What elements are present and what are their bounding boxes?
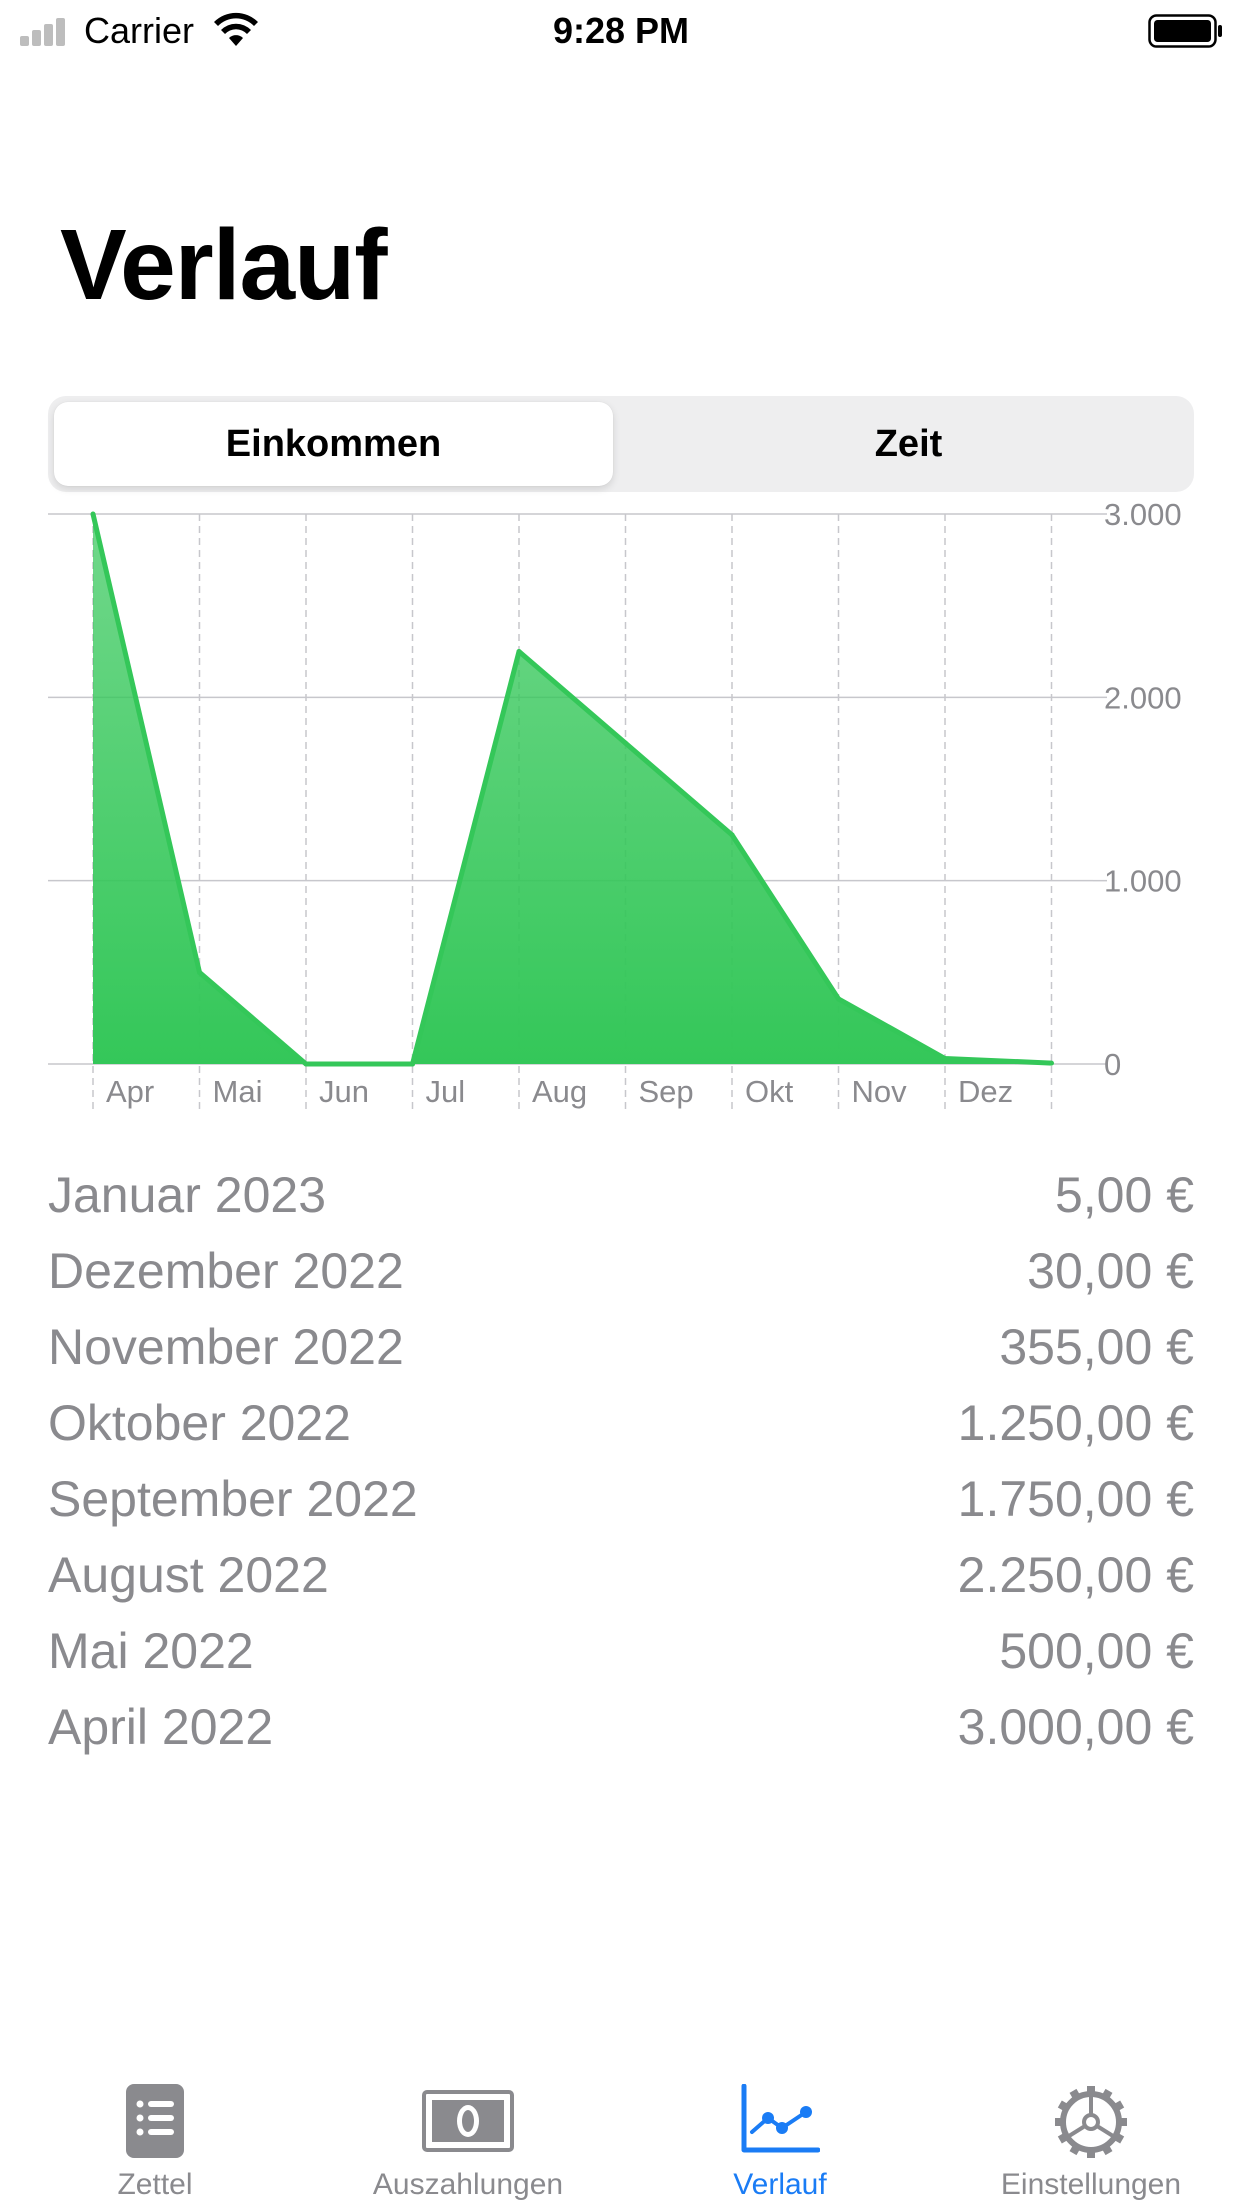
y-tick-label: 0: [1104, 1047, 1121, 1082]
month-row: Oktober 2022 1.250,00 €: [48, 1385, 1194, 1461]
month-amount: 500,00 €: [999, 1623, 1194, 1679]
tab-auszahlungen[interactable]: Auszahlungen: [318, 2060, 618, 2208]
x-tick-label: Apr: [106, 1074, 154, 1109]
data-point: [90, 511, 96, 517]
tab-verlauf[interactable]: Verlauf: [630, 2060, 930, 2208]
month-label: April 2022: [48, 1699, 274, 1755]
month-row: Dezember 2022 30,00 €: [48, 1233, 1194, 1309]
month-row: November 2022 355,00 €: [48, 1309, 1194, 1385]
data-point: [516, 649, 522, 654]
month-amount: 5,00 €: [1054, 1167, 1194, 1223]
monthly-income-list: Januar 2023 5,00 € Dezember 2022 30,00 € Nov…: [48, 1157, 1194, 1765]
segment-einkommen[interactable]: Einkommen: [54, 402, 613, 486]
battery-icon: [1148, 14, 1222, 48]
data-point: [942, 1056, 948, 1061]
month-row: Mai 2022 500,00 €: [48, 1613, 1194, 1689]
tab-label: Verlauf: [733, 2168, 827, 2201]
month-amount: 1.750,00 €: [957, 1471, 1194, 1527]
area-fill: [93, 514, 1052, 1064]
month-row: September 2022 1.750,00 €: [48, 1461, 1194, 1537]
x-tick-label: Jul: [426, 1074, 466, 1109]
status-bar: Carrier 9:28 PM: [0, 0, 1242, 60]
month-amount: 3.000,00 €: [957, 1699, 1194, 1755]
tab-label: Einstellungen: [1000, 2168, 1182, 2201]
tab-bar: Zettel Auszahlungen Verlauf Einstellunge…: [0, 2060, 1242, 2208]
month-amount: 2.250,00 €: [957, 1547, 1194, 1603]
month-label: Mai 2022: [48, 1623, 254, 1679]
banknote-icon: [422, 2090, 514, 2152]
month-label: Oktober 2022: [48, 1395, 351, 1451]
month-amount: 30,00 €: [1027, 1243, 1194, 1299]
data-point: [623, 740, 628, 746]
tab-zettel[interactable]: Zettel: [5, 2060, 305, 2208]
x-tick-label: Dez: [958, 1074, 1013, 1109]
x-tick-label: Jun: [319, 1074, 369, 1109]
data-point: [1049, 1060, 1054, 1066]
month-label: November 2022: [48, 1319, 404, 1375]
data-point: [836, 996, 841, 1002]
tab-einstellungen[interactable]: Einstellungen: [941, 2060, 1241, 2208]
month-amount: 1.250,00 €: [957, 1395, 1194, 1451]
data-point: [303, 1061, 309, 1067]
month-row: April 2022 3.000,00 €: [48, 1689, 1194, 1765]
month-label: August 2022: [48, 1547, 329, 1603]
x-tick-label: Nov: [852, 1074, 908, 1109]
list-icon: [126, 2084, 184, 2158]
segment-zeit[interactable]: Zeit: [629, 402, 1188, 486]
y-tick-label: 1.000: [1104, 864, 1182, 899]
month-amount: 355,00 €: [999, 1319, 1194, 1375]
y-tick-label: 2.000: [1104, 680, 1182, 715]
month-row: Januar 2023 5,00 €: [48, 1157, 1194, 1233]
status-time: 9:28 PM: [552, 10, 690, 51]
data-point: [197, 969, 202, 975]
x-tick-label: Okt: [745, 1074, 794, 1109]
x-tick-label: Sep: [639, 1074, 694, 1109]
page-title: Verlauf: [60, 209, 387, 321]
data-point: [729, 832, 735, 838]
month-row: August 2022 2.250,00 €: [48, 1537, 1194, 1613]
x-tick-label: Mai: [213, 1074, 263, 1109]
month-label: Dezember 2022: [48, 1243, 404, 1299]
gear-icon: [1055, 2086, 1127, 2158]
x-tick-label: Aug: [532, 1074, 587, 1109]
y-tick-label: 3.000: [1104, 500, 1182, 532]
month-label: September 2022: [48, 1471, 418, 1527]
tab-label: Zettel: [117, 2168, 193, 2201]
chart-icon: [741, 2084, 820, 2153]
income-area-chart: 0 1.000 2.000 3.000 Apr Mai Jun Jul Aug Sep Okt Nov…: [48, 500, 1182, 1112]
month-label: Januar 2023: [48, 1167, 327, 1223]
segmented-control: Einkommen Zeit: [48, 396, 1194, 492]
data-point: [410, 1061, 415, 1067]
tab-label: Auszahlungen: [372, 2168, 564, 2201]
